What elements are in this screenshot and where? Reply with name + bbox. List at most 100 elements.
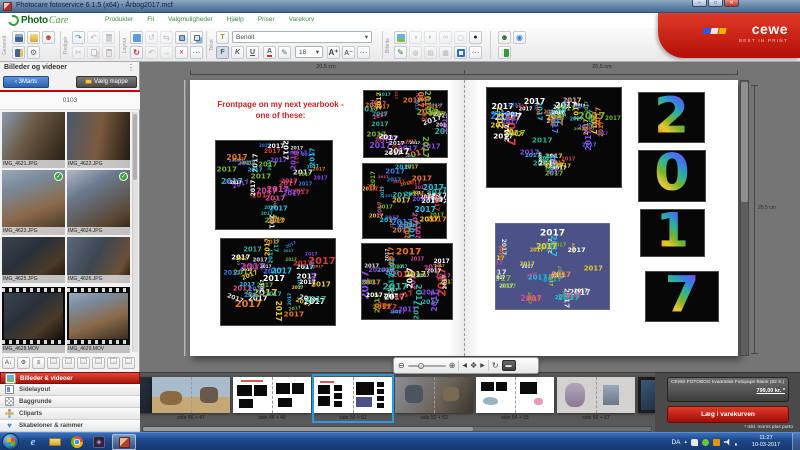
choose-folder-button[interactable]: Vælg mappe [76,76,137,88]
page-thumbnail[interactable] [152,377,230,413]
sort-button[interactable]: A↓ [2,357,15,369]
rotate-icon[interactable]: ↶ [145,46,158,59]
tray-security-icon[interactable] [713,439,720,446]
highlight-color-button[interactable]: ✎ [278,46,291,59]
taskbar-chrome-icon[interactable] [68,434,86,450]
network-icon[interactable] [735,439,742,446]
crop-icon[interactable]: ▢ [454,31,467,44]
page-image-digit-7[interactable]: 7 [645,271,719,322]
paste-icon[interactable] [102,46,115,59]
decrease-font-button[interactable]: A⁻ [342,46,355,59]
minimize-button[interactable]: – [692,0,707,7]
remove-frame-icon[interactable]: ✕ [175,46,188,59]
font-select[interactable]: Benoit ▾ [232,31,372,43]
menu-priser[interactable]: Priser [258,16,275,23]
next-page-icon[interactable]: ▶ [480,363,485,369]
photo-thumbnail[interactable]: ✓IMG_4624.JPG [67,170,130,235]
nav-billeder-videoer[interactable]: Billeder & videoer [0,372,140,384]
photobook-spread[interactable]: Frontpage on my next yearbook - one of t… [190,80,738,356]
italic-button[interactable]: K [231,46,244,59]
photo-thumbnail[interactable]: IMG_4625.JPG [2,237,65,283]
photo-thumbnail[interactable]: ✓IMG_4623.JPG [2,170,65,235]
redo-icon[interactable]: ↷ [72,31,85,44]
previous-page-icon[interactable]: ◀ [462,363,467,369]
zoom-in-icon[interactable]: ⊕ [449,362,456,370]
preview-book-icon[interactable] [498,46,511,59]
grid-icon[interactable]: ▦ [439,46,452,59]
text-frame-icon[interactable]: T [216,31,229,44]
product-info-box[interactable]: CEWE FOTOBOG kvadratisk Fotopapir Blank … [667,377,789,402]
list-view-button[interactable]: ≡ [32,357,45,369]
sort-settings-button[interactable]: ⚙ [17,357,30,369]
canvas-scrollbar-thumb[interactable] [741,82,748,202]
page-image-spiral-cloud[interactable]: 2017201720172017201720172017201720172017… [495,223,610,310]
delete-icon[interactable] [102,31,115,44]
layout-option-icon[interactable] [107,357,120,369]
frame-style-icon[interactable] [454,46,467,59]
nav-skabeloner-rammer[interactable]: ♥ Skabeloner & rammer [0,420,140,432]
video-thumbnail[interactable]: IMG_4629.MOV [67,287,130,353]
add-to-cart-button[interactable]: Læg i varekurven [667,406,789,423]
rotate-left-icon[interactable]: ↺ [145,31,158,44]
insert-image-icon[interactable] [394,31,407,44]
rotate-view-icon[interactable]: ↻ [492,362,499,370]
link-frames-icon[interactable]: ∞ [439,31,452,44]
page-thumbnail[interactable] [557,377,635,413]
assistant-icon[interactable]: ☻ [498,31,511,44]
increase-font-button[interactable]: A⁺ [327,46,340,59]
font-color-button[interactable]: A [263,46,276,59]
undo-icon[interactable]: ↶ [87,31,100,44]
layout-option-icon[interactable] [77,357,90,369]
zoom-slider[interactable] [408,365,446,367]
brightness-icon[interactable]: ◑ [409,31,422,44]
video-thumbnail[interactable]: IMG_4628.MOV [2,287,65,353]
taskbar-photocare-active[interactable] [112,434,136,450]
shadow-icon[interactable]: ▤ [424,46,437,59]
product-price-link[interactable]: 799,00 kr. * [671,388,785,394]
nav-cliparts[interactable]: Cliparts [0,408,140,420]
menu-varekurv[interactable]: Varekurv [289,16,315,23]
zoom-slider-knob[interactable] [418,363,424,369]
taskbar-clock[interactable]: 11:27 10-03-2017 [744,435,788,449]
tray-cloud-icon[interactable] [691,439,698,446]
volume-icon[interactable] [724,439,731,446]
rotate-right-icon[interactable]: ↻ [130,46,143,59]
user-profile-icon[interactable]: ☻ [42,31,55,44]
panel-menu-icon[interactable]: ⋮ [127,63,135,72]
font-size-select[interactable]: 18 ▾ [295,46,323,58]
page-thumbnail[interactable] [395,377,473,413]
globe-icon[interactable]: ◉ [513,31,526,44]
arrow-icon[interactable]: → [160,46,173,59]
layout-option-icon[interactable] [122,357,135,369]
underline-button[interactable]: U [246,46,259,59]
settings-icon[interactable]: ⚙ [27,46,40,59]
blackwhite-icon[interactable]: ● [469,31,482,44]
nav-baggrunde[interactable]: Baggrunde [0,396,140,408]
maximize-button[interactable]: □ [708,0,723,7]
flip-icon[interactable]: ⇆ [160,31,173,44]
page-thumbnail[interactable] [476,377,554,413]
menu-hjaelp[interactable]: Hjælp [227,16,244,23]
fit-page-icon[interactable]: ❖ [470,362,477,370]
taskbar-browser-icon[interactable]: e [24,434,42,450]
nav-sidelayout[interactable]: Sidelayout [0,384,140,396]
filmstrip-scrollbar-thumb[interactable] [143,427,473,431]
show-desktop-button[interactable] [792,433,800,450]
back-folder-button[interactable]: ‹ 3Marts [3,76,49,88]
menu-valgmuligheder[interactable]: Valgmuligheder [168,16,213,23]
page-image-digit-1[interactable]: 1 [640,209,705,257]
tray-update-icon[interactable] [702,439,709,446]
photos-scrollbar-thumb[interactable] [133,114,137,180]
page-image-round-cloud-small[interactable]: 2017201720172017201720172017201720172017… [362,163,447,239]
close-button[interactable]: ✕ [724,0,739,7]
menu-fil[interactable]: Fil [147,16,154,23]
page-image-donut-cloud[interactable]: 2017201720172017201720172017201720172017… [363,90,448,158]
layout-option-icon[interactable] [92,357,105,369]
save-as-icon[interactable] [12,46,25,59]
photo-thumbnail[interactable]: IMG_4621.JPG [2,112,65,168]
image-more-icon[interactable]: ⋯ [469,46,482,59]
edit-image-icon[interactable]: ✎ [394,46,407,59]
text-more-icon[interactable]: ⋯ [357,46,370,59]
taskbar-explorer-icon[interactable] [46,434,64,450]
open-project-icon[interactable] [27,31,40,44]
